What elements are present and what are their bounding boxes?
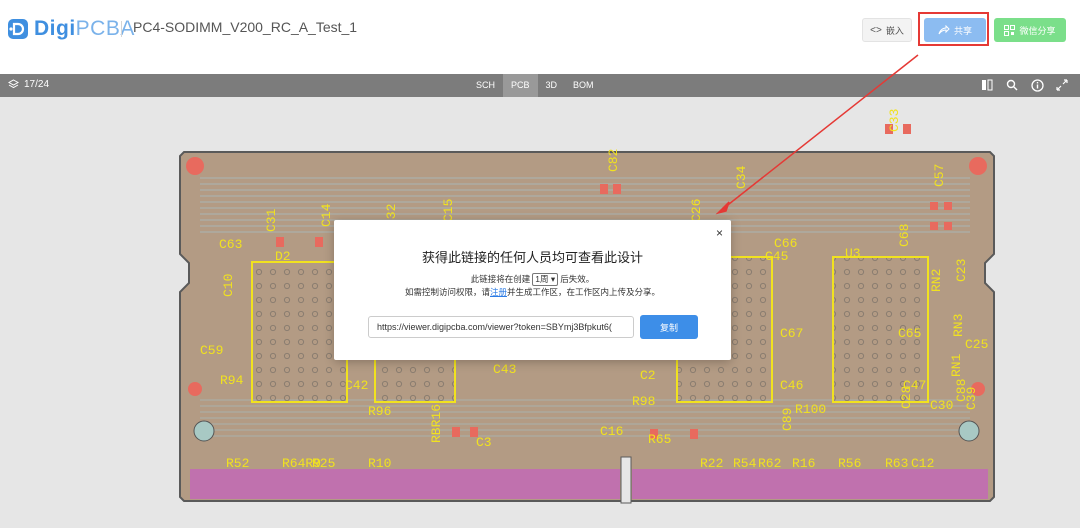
dialog-title: 获得此链接的任何人员均可查看此设计 [421, 250, 643, 265]
access-text-after: 并生成工作区，在工作区内上传及分享。 [507, 287, 661, 297]
expiry-text-after: 后失效。 [560, 274, 595, 284]
chevron-down-icon: ▾ [550, 274, 556, 284]
copy-button[interactable]: 复制 [640, 315, 698, 339]
expiry-text-before: 此链接将在创建 [470, 274, 531, 284]
expiry-value: 1周 [535, 274, 549, 284]
close-icon[interactable]: × [716, 226, 723, 240]
expiry-select[interactable]: 1周 ▾ [532, 273, 559, 286]
access-text: 如需控制访问权限，请注册并生成工作区，在工作区内上传及分享。 [334, 286, 731, 298]
access-text-before: 如需控制访问权限，请 [404, 287, 490, 297]
share-url-input[interactable] [368, 316, 634, 338]
expiry-text: 此链接将在创建 1周 ▾ 后失效。 [334, 273, 731, 286]
share-link-dialog: × 获得此链接的任何人员均可查看此设计 此链接将在创建 1周 ▾ 后失效。 如需控制… [334, 220, 731, 360]
register-link[interactable]: 注册 [490, 287, 507, 297]
